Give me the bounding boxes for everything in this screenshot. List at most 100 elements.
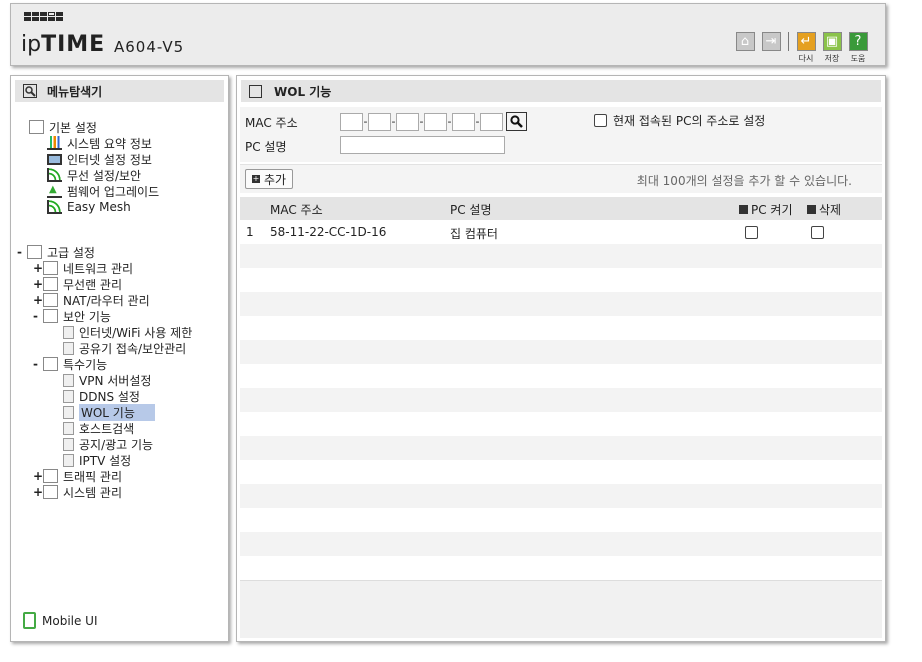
header-divider xyxy=(788,32,789,51)
mobile-ui-link[interactable]: Mobile UI xyxy=(23,612,98,629)
current-pc-checkbox[interactable] xyxy=(594,114,607,127)
menu-explorer-header: 메뉴탐색기 xyxy=(15,80,224,102)
wake-checkbox[interactable] xyxy=(745,226,758,239)
page-icon xyxy=(63,453,74,467)
row-desc: 집 컴퓨터 xyxy=(450,227,498,241)
bar-chart-icon xyxy=(47,136,62,150)
add-button[interactable]: + 추가 xyxy=(245,169,294,189)
help-icon: ? xyxy=(848,32,868,51)
tree-basic-settings[interactable]: 기본 설정 xyxy=(29,119,97,135)
menu-internet-wifi-limit[interactable]: 인터넷/WiFi 사용 제한 xyxy=(63,324,192,340)
phone-icon xyxy=(23,612,36,629)
table-row xyxy=(240,340,882,364)
tree-advanced-settings[interactable]: - 고급 설정 xyxy=(17,244,95,260)
col-delete[interactable]: 삭제 xyxy=(807,201,841,218)
mesh-icon xyxy=(47,200,62,214)
tree-wireless[interactable]: + 무선랜 관리 xyxy=(33,276,122,292)
menu-internet-info[interactable]: 인터넷 설정 정보 xyxy=(47,151,152,167)
table-row xyxy=(240,436,882,460)
search-icon xyxy=(510,115,523,128)
row-mac: 58-11-22-CC-1D-16 xyxy=(270,225,387,239)
row-index: 1 xyxy=(246,225,254,239)
help-button[interactable]: ? 도움 xyxy=(847,32,869,64)
tree-network[interactable]: + 네트워크 관리 xyxy=(33,260,133,276)
page-icon xyxy=(63,421,74,435)
save-button[interactable]: ▣ 저장 xyxy=(821,32,843,64)
menu-notice-ad[interactable]: 공지/광고 기능 xyxy=(63,436,153,452)
table-row xyxy=(240,268,882,292)
home-button[interactable]: ⌂ xyxy=(734,32,756,51)
traffic-folder-icon xyxy=(43,469,58,483)
pc-desc-label: PC 설명 xyxy=(245,140,287,154)
tree-system[interactable]: + 시스템 관리 xyxy=(33,484,122,500)
save-icon: ▣ xyxy=(822,32,842,51)
menu-system-summary[interactable]: 시스템 요약 정보 xyxy=(47,135,152,151)
panel-footer xyxy=(240,580,882,638)
delete-icon xyxy=(807,205,816,214)
tree-security[interactable]: - 보안 기능 xyxy=(33,308,111,324)
menu-router-access-security[interactable]: 공유기 접속/보안관리 xyxy=(63,340,186,356)
mac-octet-1[interactable] xyxy=(340,112,363,131)
search-button[interactable] xyxy=(506,112,527,131)
table-row xyxy=(240,484,882,508)
monitor-icon xyxy=(47,153,62,165)
menu-firmware-upgrade[interactable]: 펌웨어 업그레이드 xyxy=(47,183,159,199)
pc-desc-input[interactable] xyxy=(340,136,505,154)
menu-host-search[interactable]: 호스트검색 xyxy=(63,420,134,436)
table-row xyxy=(240,532,882,556)
network-folder-icon xyxy=(43,261,58,275)
max-entries-info: 최대 100개의 설정을 추가 할 수 있습니다. xyxy=(636,174,852,188)
refresh-button[interactable]: ↵ 다시 xyxy=(795,32,817,64)
table-header: MAC 주소 PC 설명 PC 켜기 삭제 xyxy=(240,197,882,220)
folder-settings-icon xyxy=(29,120,44,134)
col-mac: MAC 주소 xyxy=(270,203,323,217)
wake-icon xyxy=(739,205,748,214)
page-icon xyxy=(63,389,74,403)
upgrade-icon xyxy=(47,184,62,198)
page-icon xyxy=(63,373,74,387)
mac-octet-2[interactable] xyxy=(368,112,391,131)
home-icon: ⌂ xyxy=(735,32,755,51)
menu-wireless-security[interactable]: 무선 설정/보안 xyxy=(47,167,141,183)
table-row xyxy=(240,388,882,412)
menu-explorer: 메뉴탐색기 기본 설정 시스템 요약 정보 인터넷 설정 정보 무선 설정/보안… xyxy=(10,75,229,642)
table-row xyxy=(240,316,882,340)
menu-ddns[interactable]: DDNS 설정 xyxy=(63,388,140,404)
wol-form: MAC 주소 - - - - - 현재 접속된 PC의 주소로 설정 PC 설명 xyxy=(240,107,882,162)
folder-advanced-icon xyxy=(27,245,42,259)
window-icon xyxy=(249,84,262,98)
plus-icon: + xyxy=(252,174,260,183)
mac-label: MAC 주소 xyxy=(245,116,298,130)
menu-easy-mesh[interactable]: Easy Mesh xyxy=(47,199,131,215)
mac-octet-5[interactable] xyxy=(452,112,475,131)
table-row xyxy=(240,508,882,532)
mac-address-inputs: - - - - - xyxy=(340,112,527,131)
page-icon xyxy=(63,405,74,419)
menu-iptv[interactable]: IPTV 설정 xyxy=(63,452,131,468)
delete-checkbox[interactable] xyxy=(811,226,824,239)
tree-traffic[interactable]: + 트래픽 관리 xyxy=(33,468,122,484)
menu-vpn-server[interactable]: VPN 서버설정 xyxy=(63,372,151,388)
lock-folder-icon xyxy=(43,309,58,323)
table-row: 1 58-11-22-CC-1D-16 집 컴퓨터 xyxy=(240,220,882,244)
logout-button[interactable]: ⇥ xyxy=(760,32,782,51)
table-row xyxy=(240,460,882,484)
current-pc-option[interactable]: 현재 접속된 PC의 주소로 설정 xyxy=(594,112,765,129)
tree-nat-router[interactable]: + NAT/라우터 관리 xyxy=(33,292,150,308)
mac-octet-4[interactable] xyxy=(424,112,447,131)
mac-octet-3[interactable] xyxy=(396,112,419,131)
col-wake[interactable]: PC 켜기 xyxy=(739,201,793,218)
mac-octet-6[interactable] xyxy=(480,112,503,131)
page-icon xyxy=(63,341,74,355)
logout-icon: ⇥ xyxy=(761,32,781,51)
tree-special-functions[interactable]: - 특수기능 xyxy=(33,356,107,372)
special-folder-icon xyxy=(43,357,58,371)
col-desc: PC 설명 xyxy=(450,203,492,217)
table-row xyxy=(240,364,882,388)
wol-panel: WOL 기능 MAC 주소 - - - - - 현재 접속된 PC의 주소로 설… xyxy=(236,75,886,642)
menu-wol[interactable]: WOL 기능 xyxy=(63,403,155,421)
wol-table: 1 58-11-22-CC-1D-16 집 컴퓨터 xyxy=(240,220,882,556)
add-bar: + 추가 최대 100개의 설정을 추가 할 수 있습니다. xyxy=(240,164,882,193)
magnifier-icon xyxy=(23,84,37,98)
system-folder-icon xyxy=(43,485,58,499)
